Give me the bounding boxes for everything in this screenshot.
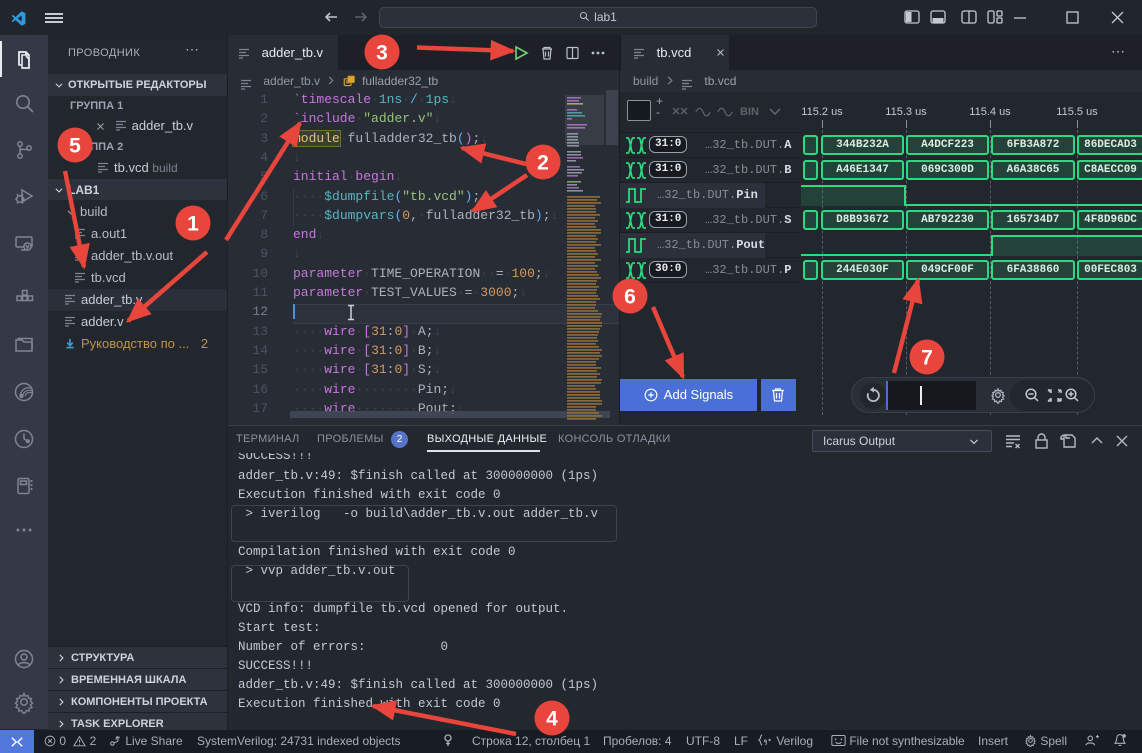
svg-text:BIN: BIN xyxy=(740,106,759,118)
